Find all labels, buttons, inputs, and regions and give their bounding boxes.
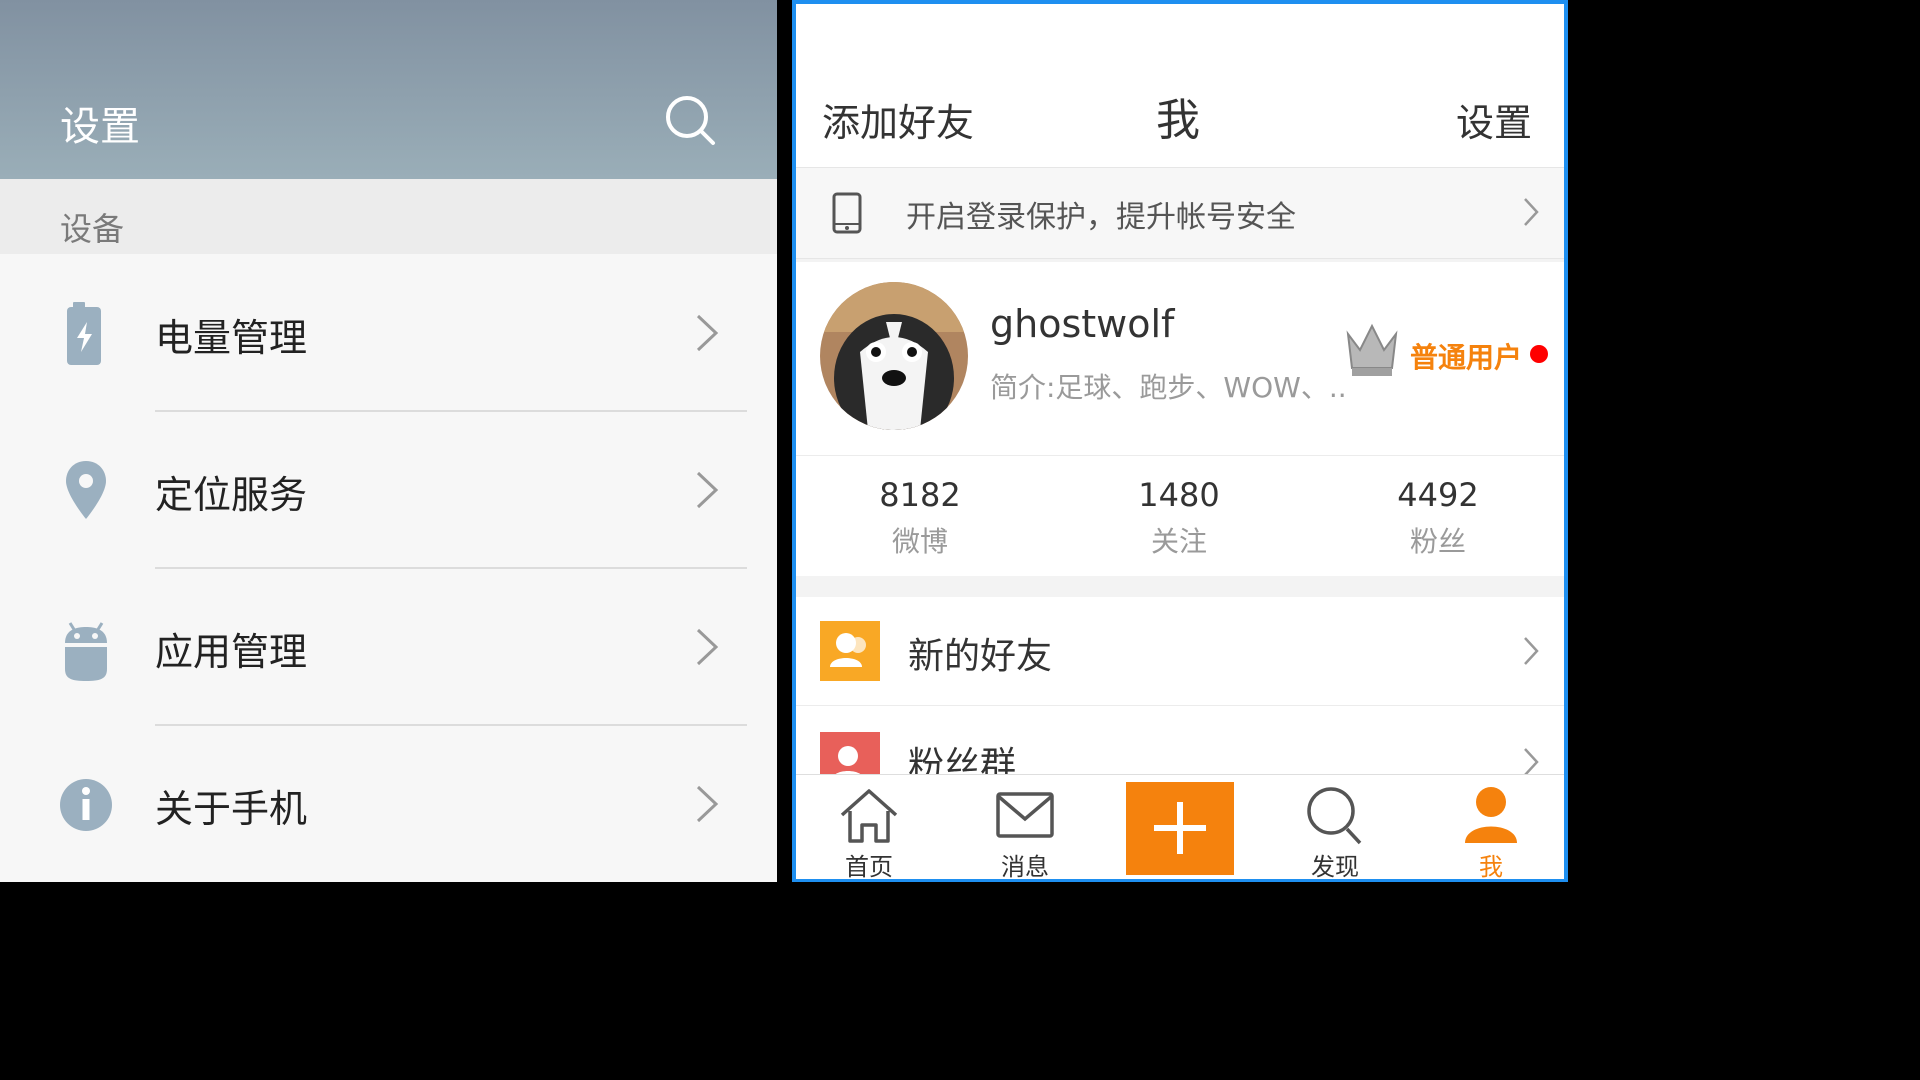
security-prompt-text: 开启登录保护，提升帐号安全 bbox=[906, 200, 1296, 235]
compose-button[interactable] bbox=[1126, 782, 1234, 875]
person-icon bbox=[1465, 787, 1517, 843]
battery-icon bbox=[67, 302, 101, 365]
settings-header bbox=[0, 0, 777, 179]
tab-discover[interactable]: 发现 bbox=[1280, 775, 1390, 881]
notification-dot bbox=[1530, 345, 1548, 363]
chevron-right-icon bbox=[696, 314, 719, 352]
stat-label: 关注 bbox=[1150, 525, 1207, 558]
stat-followers[interactable]: 4492 粉丝 bbox=[1338, 476, 1538, 560]
android-icon bbox=[65, 622, 107, 681]
new-friends-icon bbox=[820, 621, 880, 681]
stat-value: 4492 bbox=[1397, 476, 1479, 514]
search-icon[interactable] bbox=[664, 94, 716, 146]
tab-label: 消息 bbox=[1001, 853, 1049, 881]
page-title: 我 bbox=[1156, 95, 1200, 146]
phone-icon bbox=[832, 192, 862, 234]
tab-label: 我 bbox=[1479, 853, 1503, 881]
bottom-tab-bar: 首页 消息 发现 我 bbox=[796, 774, 1564, 881]
stats-row: 8182 微博 1480 关注 4492 粉丝 bbox=[796, 456, 1564, 576]
settings-item-apps[interactable]: 应用管理 bbox=[0, 569, 777, 726]
profile-card[interactable]: ghostwolf 简介:足球、跑步、WOW、.. 普通用户 bbox=[796, 262, 1564, 456]
chevron-right-icon bbox=[696, 471, 719, 509]
chevron-right-icon bbox=[1524, 198, 1539, 226]
menu-item-label: 新的好友 bbox=[908, 636, 1053, 677]
stat-value: 1480 bbox=[1138, 476, 1220, 514]
tab-messages[interactable]: 消息 bbox=[970, 775, 1080, 881]
settings-button[interactable]: 设置 bbox=[1456, 92, 1532, 147]
settings-item-label: 电量管理 bbox=[155, 316, 308, 360]
menu-item-fan-group[interactable]: 粉丝群 bbox=[796, 706, 1564, 774]
chevron-right-icon bbox=[696, 785, 719, 823]
menu-item-label: 粉丝群 bbox=[908, 745, 1017, 774]
user-bio: 简介:足球、跑步、WOW、.. bbox=[990, 371, 1347, 404]
crown-icon bbox=[1346, 323, 1398, 376]
chevron-right-icon bbox=[1524, 637, 1539, 665]
home-icon bbox=[840, 789, 898, 843]
avatar[interactable] bbox=[820, 282, 968, 430]
stat-label: 粉丝 bbox=[1409, 525, 1466, 558]
info-icon bbox=[60, 779, 112, 831]
page-title: 设置 bbox=[60, 104, 140, 150]
tab-me[interactable]: 我 bbox=[1436, 775, 1546, 881]
stat-value: 8182 bbox=[879, 476, 961, 514]
settings-item-label: 关于手机 bbox=[155, 787, 308, 831]
add-friend-button[interactable]: 添加好友 bbox=[822, 92, 974, 147]
username: ghostwolf bbox=[990, 302, 1175, 346]
search-icon bbox=[1307, 787, 1362, 845]
stat-following[interactable]: 1480 关注 bbox=[1079, 476, 1279, 560]
settings-item-location[interactable]: 定位服务 bbox=[0, 412, 777, 569]
mail-icon bbox=[996, 792, 1054, 838]
settings-item-about[interactable]: 关于手机 bbox=[0, 726, 777, 883]
security-prompt-row[interactable]: 开启登录保护，提升帐号安全 bbox=[796, 168, 1564, 259]
location-pin-icon bbox=[66, 461, 106, 519]
tab-home[interactable]: 首页 bbox=[814, 775, 924, 881]
plus-icon bbox=[1154, 802, 1206, 854]
fan-group-icon bbox=[820, 732, 880, 774]
menu-item-new-friends[interactable]: 新的好友 bbox=[796, 597, 1564, 706]
section-label: 设备 bbox=[60, 210, 125, 248]
tab-label: 首页 bbox=[845, 853, 893, 881]
user-type-badge[interactable]: 普通用户 bbox=[1410, 336, 1522, 376]
profile-header: 添加好友 我 设置 bbox=[796, 4, 1564, 168]
settings-item-label: 定位服务 bbox=[155, 473, 308, 517]
settings-item-battery[interactable]: 电量管理 bbox=[0, 255, 777, 412]
chevron-right-icon bbox=[1524, 748, 1539, 774]
stat-label: 微博 bbox=[891, 525, 948, 558]
settings-screen: 设置 设备 电量管理 定位服务 应用管理 关于手机 bbox=[0, 0, 777, 882]
settings-item-label: 应用管理 bbox=[155, 630, 308, 674]
chevron-right-icon bbox=[696, 628, 719, 666]
stat-weibo[interactable]: 8182 微博 bbox=[820, 476, 1020, 560]
tab-label: 发现 bbox=[1311, 853, 1359, 881]
